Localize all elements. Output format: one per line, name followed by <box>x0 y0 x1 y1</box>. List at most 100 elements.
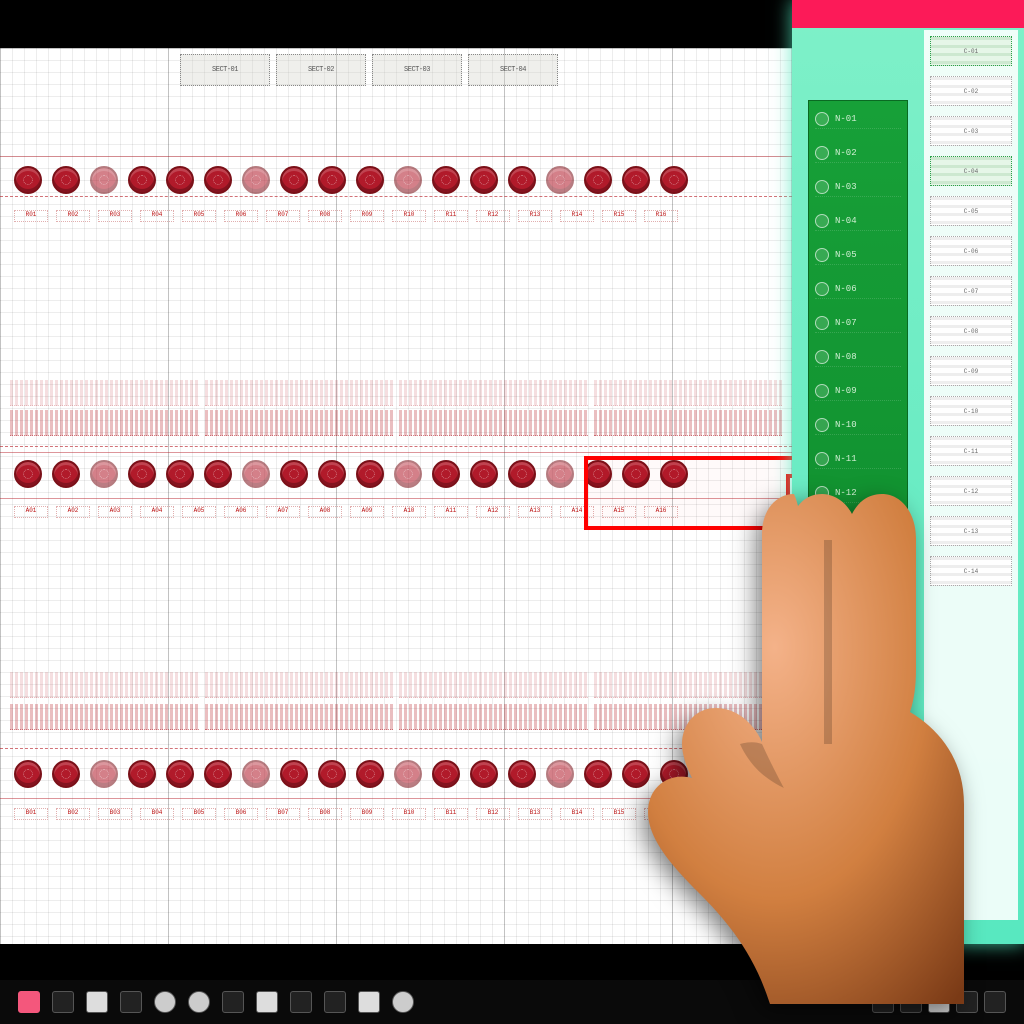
node-dot[interactable] <box>204 166 232 194</box>
nav-item[interactable]: N-04 <box>815 211 901 231</box>
dot-row-1[interactable] <box>0 160 792 200</box>
nav-item[interactable]: N-12 <box>815 483 901 503</box>
node-dot[interactable] <box>14 760 42 788</box>
node-dot[interactable] <box>128 460 156 488</box>
taskbar-icon[interactable] <box>52 991 74 1013</box>
nav-item[interactable]: N-10 <box>815 415 901 435</box>
node-dot[interactable] <box>280 760 308 788</box>
list-card[interactable]: C-12 <box>930 476 1012 506</box>
list-card[interactable]: C-10 <box>930 396 1012 426</box>
node-dot[interactable] <box>242 760 270 788</box>
list-card[interactable]: C-03 <box>930 116 1012 146</box>
node-dot[interactable] <box>508 760 536 788</box>
nav-item[interactable]: N-07 <box>815 313 901 333</box>
node-dot[interactable] <box>394 166 422 194</box>
node-dot[interactable] <box>546 460 574 488</box>
node-dot[interactable] <box>14 460 42 488</box>
node-dot[interactable] <box>356 760 384 788</box>
node-dot[interactable] <box>90 760 118 788</box>
node-dot[interactable] <box>470 760 498 788</box>
node-dot[interactable] <box>166 166 194 194</box>
taskbar-icon[interactable] <box>358 991 380 1013</box>
node-dot[interactable] <box>470 166 498 194</box>
list-card[interactable]: C-08 <box>930 316 1012 346</box>
list-card[interactable]: C-05 <box>930 196 1012 226</box>
node-dot[interactable] <box>52 760 80 788</box>
node-dot[interactable] <box>52 166 80 194</box>
node-dot[interactable] <box>52 460 80 488</box>
node-dot[interactable] <box>166 460 194 488</box>
nav-item[interactable]: N-06 <box>815 279 901 299</box>
node-dot[interactable] <box>546 760 574 788</box>
taskbar-icon[interactable] <box>324 991 346 1013</box>
tray-icon[interactable] <box>900 991 922 1013</box>
taskbar-icon[interactable] <box>392 991 414 1013</box>
node-dot[interactable] <box>546 166 574 194</box>
node-dot[interactable] <box>508 166 536 194</box>
node-dot[interactable] <box>204 460 232 488</box>
annotation-band <box>10 704 782 730</box>
taskbar-icon[interactable] <box>154 991 176 1013</box>
taskbar-icon[interactable] <box>188 991 210 1013</box>
node-dot[interactable] <box>242 166 270 194</box>
tray-icon[interactable] <box>928 991 950 1013</box>
tray-icon[interactable] <box>872 991 894 1013</box>
node-dot[interactable] <box>128 166 156 194</box>
taskbar-icon[interactable] <box>120 991 142 1013</box>
list-card[interactable]: C-04 <box>930 156 1012 186</box>
tray-icon[interactable] <box>956 991 978 1013</box>
nav-item[interactable]: N-01 <box>815 109 901 129</box>
node-dot[interactable] <box>166 760 194 788</box>
list-card[interactable]: C-14 <box>930 556 1012 586</box>
node-dot[interactable] <box>280 166 308 194</box>
list-card[interactable]: C-02 <box>930 76 1012 106</box>
node-dot[interactable] <box>318 166 346 194</box>
node-dot[interactable] <box>622 166 650 194</box>
node-dot[interactable] <box>242 460 270 488</box>
node-dot[interactable] <box>432 460 460 488</box>
node-dot[interactable] <box>394 760 422 788</box>
list-card[interactable]: C-07 <box>930 276 1012 306</box>
taskbar-icon[interactable] <box>290 991 312 1013</box>
node-dot[interactable] <box>660 760 688 788</box>
node-dot[interactable] <box>14 166 42 194</box>
list-card[interactable]: C-13 <box>930 516 1012 546</box>
selection-rectangle[interactable] <box>584 456 802 530</box>
node-dot[interactable] <box>432 760 460 788</box>
node-dot[interactable] <box>470 460 498 488</box>
nav-item[interactable]: N-11 <box>815 449 901 469</box>
node-dot[interactable] <box>318 760 346 788</box>
node-dot[interactable] <box>280 460 308 488</box>
node-dot[interactable] <box>204 760 232 788</box>
taskbar-icon[interactable] <box>222 991 244 1013</box>
node-dot[interactable] <box>622 760 650 788</box>
node-dot[interactable] <box>90 166 118 194</box>
node-dot[interactable] <box>508 460 536 488</box>
nav-item[interactable]: N-09 <box>815 381 901 401</box>
node-dot[interactable] <box>584 166 612 194</box>
taskbar-icon[interactable] <box>86 991 108 1013</box>
node-dot[interactable] <box>356 166 384 194</box>
list-card[interactable]: C-06 <box>930 236 1012 266</box>
taskbar[interactable] <box>0 980 1024 1024</box>
tray-icon[interactable] <box>984 991 1006 1013</box>
nav-item[interactable]: N-08 <box>815 347 901 367</box>
nav-item[interactable]: N-03 <box>815 177 901 197</box>
card-list[interactable]: C-01 C-02 C-03 C-04 C-05 C-06 C-07 C-08 C-09 C-10… <box>924 30 1018 920</box>
node-dot[interactable] <box>432 166 460 194</box>
dot-row-3[interactable] <box>0 754 792 794</box>
taskbar-icon[interactable] <box>18 991 40 1013</box>
node-dot[interactable] <box>318 460 346 488</box>
taskbar-icon[interactable] <box>256 991 278 1013</box>
node-dot[interactable] <box>394 460 422 488</box>
list-card[interactable]: C-01 <box>930 36 1012 66</box>
node-dot[interactable] <box>584 760 612 788</box>
list-card[interactable]: C-09 <box>930 356 1012 386</box>
node-dot[interactable] <box>128 760 156 788</box>
nav-item[interactable]: N-05 <box>815 245 901 265</box>
node-dot[interactable] <box>90 460 118 488</box>
node-dot[interactable] <box>660 166 688 194</box>
node-dot[interactable] <box>356 460 384 488</box>
nav-item[interactable]: N-02 <box>815 143 901 163</box>
list-card[interactable]: C-11 <box>930 436 1012 466</box>
